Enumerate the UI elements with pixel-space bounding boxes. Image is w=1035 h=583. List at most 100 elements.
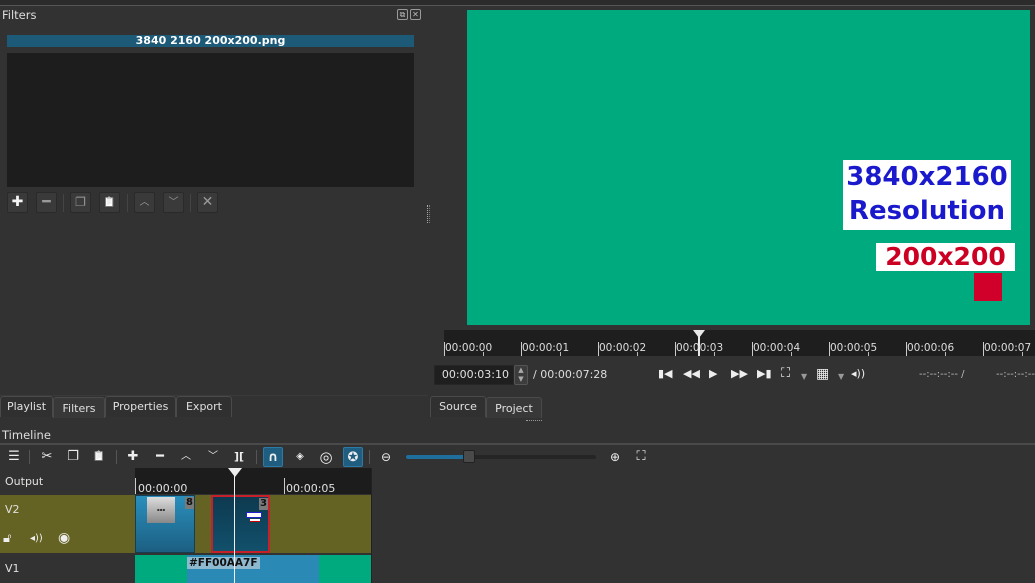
- append-button[interactable]: ✚: [123, 447, 143, 467]
- zoom-fit-timeline-button[interactable]: ⛶: [631, 447, 651, 467]
- rewind-icon: ◀◀: [683, 367, 700, 380]
- ruler-minor-tick: [867, 352, 869, 356]
- volume-icon: ◂)): [851, 367, 866, 380]
- copy-icon: ❐: [75, 195, 86, 209]
- scrub-toggle[interactable]: ◈: [290, 447, 310, 467]
- paste-button[interactable]: 📋: [89, 447, 109, 467]
- timecode-spinner[interactable]: ▲ ▼: [514, 365, 528, 385]
- toolbar-separator: [369, 450, 370, 464]
- ruler-minor-tick: [1021, 352, 1023, 356]
- tab-properties[interactable]: Properties: [105, 396, 176, 417]
- timeline-playhead-line: [234, 474, 235, 583]
- split-icon: ][: [233, 450, 245, 463]
- zoom-fit-icon: ⛶: [781, 366, 791, 381]
- preview-playhead-line: [698, 336, 700, 356]
- split-button[interactable]: ][: [229, 447, 249, 467]
- timeline-playhead-handle[interactable]: [228, 468, 242, 477]
- rewind-button[interactable]: ◀◀: [683, 367, 700, 381]
- tab-export[interactable]: Export: [176, 396, 232, 417]
- paste-icon: 📋: [103, 197, 116, 208]
- ripple-toggle[interactable]: ◎: [316, 447, 336, 467]
- grid-dropdown-arrow[interactable]: ▼: [838, 370, 844, 384]
- ruler-tick: [135, 478, 136, 494]
- clip-thumbnail: [246, 512, 264, 526]
- zoom-in-icon: ⊕: [609, 450, 621, 464]
- paste-filters-button[interactable]: 📋: [99, 192, 120, 213]
- lock-track-button[interactable]: 🔓︎: [3, 531, 11, 546]
- filter-list[interactable]: [7, 53, 414, 187]
- fast-forward-button[interactable]: ▶▶: [731, 367, 748, 381]
- zoom-fit-button[interactable]: ⛶: [781, 367, 790, 381]
- preview-time-ruler[interactable]: 00:00:0000:00:0100:00:0200:00:0300:00:04…: [444, 330, 1035, 356]
- clip-label: #FF00AA7F: [187, 557, 260, 569]
- volume-button[interactable]: ◂)): [851, 367, 865, 381]
- add-filter-button[interactable]: ✚: [7, 192, 28, 213]
- tab-project[interactable]: Project: [486, 397, 542, 418]
- move-up-button[interactable]: ︿: [134, 192, 155, 213]
- grid-icon: ▦: [816, 366, 830, 382]
- out-point-timecode: --:--:--:--: [996, 369, 1035, 380]
- remove-filter-button[interactable]: ━: [36, 192, 57, 213]
- red-square-image: [974, 273, 1002, 301]
- v1-track-header[interactable]: V1: [0, 555, 135, 583]
- overwrite-button[interactable]: ﹀: [203, 447, 223, 467]
- close-dock-icon[interactable]: ✕: [410, 9, 421, 20]
- in-point-timecode: --:--:--:-- /: [919, 369, 965, 380]
- chevron-up-icon: ︿: [139, 197, 150, 208]
- lift-button[interactable]: ︿: [176, 447, 196, 467]
- float-dock-icon[interactable]: ⧉: [397, 9, 408, 20]
- hide-track-button[interactable]: ◉: [58, 530, 70, 546]
- ruler-label: 00:00:00: [138, 482, 188, 495]
- color-clip[interactable]: #FF00AA7F: [187, 555, 319, 583]
- ruler-label: 00:00:00: [445, 342, 493, 354]
- move-down-button[interactable]: ﹀: [163, 192, 184, 213]
- play-button[interactable]: ▶: [709, 367, 717, 381]
- selected-clip-name: 3840 2160 200x200.png: [7, 35, 414, 47]
- ripple-all-toggle[interactable]: ✪: [343, 447, 363, 467]
- ruler-label: 00:00:07: [984, 342, 1032, 354]
- skip-to-start-icon: ▮◀: [658, 367, 673, 380]
- ruler-label: 00:00:05: [830, 342, 878, 354]
- timeline-clip-selected[interactable]: 3: [211, 495, 270, 553]
- video-preview[interactable]: 3840x2160 Resolution 200x200: [467, 10, 1030, 325]
- toolbar-separator: [63, 194, 64, 212]
- zoom-out-button[interactable]: ⊖: [376, 447, 396, 467]
- toolbar-separator: [256, 450, 257, 464]
- timeline-menu-button[interactable]: ☰: [4, 447, 24, 467]
- output-track-header: Output: [0, 468, 135, 494]
- panel-splitter-handle[interactable]: [427, 205, 430, 223]
- chevron-up-icon: ︿: [181, 451, 191, 462]
- copy-filters-button[interactable]: ❐: [70, 192, 91, 213]
- resize-grip[interactable]: [526, 420, 542, 422]
- toolbar-separator: [116, 450, 117, 464]
- zoom-out-icon: ⊖: [380, 450, 392, 464]
- grid-button[interactable]: ▦: [816, 367, 829, 381]
- skip-to-start-button[interactable]: ▮◀: [658, 367, 673, 381]
- current-timecode-input[interactable]: 00:00:03:10: [434, 365, 514, 385]
- timeline-clip[interactable]: ▪▪▪ 8: [135, 495, 195, 553]
- tab-source[interactable]: Source: [430, 396, 486, 417]
- ruler-label: 00:00:04: [753, 342, 801, 354]
- copy-button[interactable]: ❐: [63, 447, 83, 467]
- remove-button[interactable]: ━: [150, 447, 170, 467]
- tab-filters[interactable]: Filters: [53, 397, 105, 418]
- size-overlay: 200x200: [876, 243, 1015, 271]
- volume-icon: ◂)): [30, 533, 43, 544]
- deselect-button[interactable]: ✕: [197, 192, 218, 213]
- timeline-ruler[interactable]: 00:00:00 00:00:05: [135, 468, 371, 495]
- toolbar-separator: [127, 194, 128, 212]
- zoom-dropdown-arrow[interactable]: ▼: [801, 370, 807, 384]
- zoom-slider-handle[interactable]: [462, 450, 475, 463]
- v1-track[interactable]: #FF00AA7F: [135, 555, 371, 583]
- mute-track-button[interactable]: ◂)): [30, 533, 43, 544]
- cut-icon: ✂: [41, 449, 53, 464]
- v1-track-label: V1: [5, 562, 20, 575]
- skip-to-end-button[interactable]: ▶▮: [757, 367, 772, 381]
- zoom-in-button[interactable]: ⊕: [605, 447, 625, 467]
- cut-button[interactable]: ✂: [37, 447, 57, 467]
- ruler-minor-tick: [790, 352, 792, 356]
- chevron-down-icon: ﹀: [208, 451, 218, 462]
- v2-track[interactable]: ▪▪▪ 8 3: [135, 495, 371, 553]
- snap-toggle[interactable]: ∩: [263, 447, 283, 467]
- tab-playlist[interactable]: Playlist: [0, 396, 53, 417]
